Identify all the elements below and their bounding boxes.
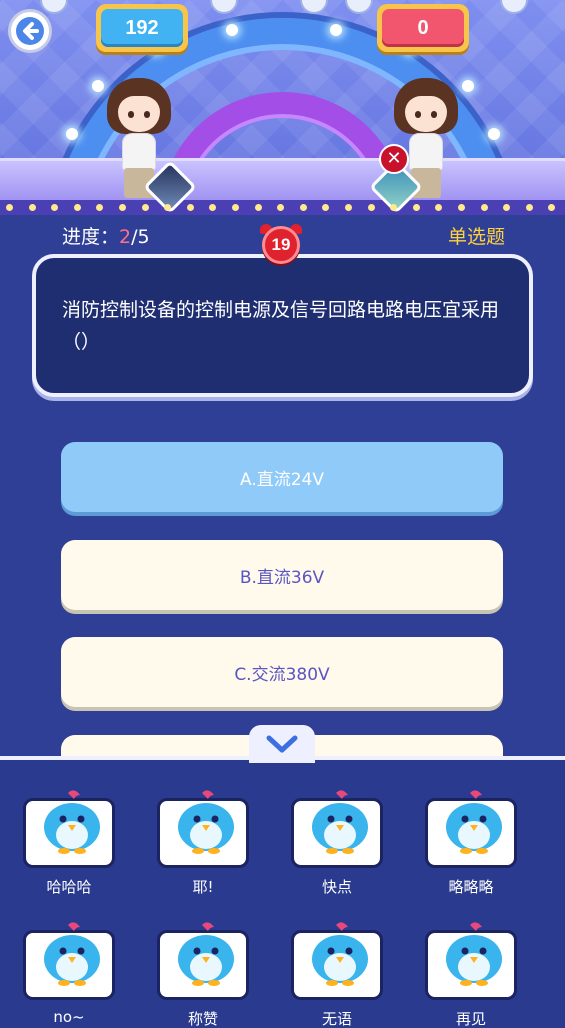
stage-rail-light [209, 204, 216, 211]
emoji-label: 略略略 [448, 878, 494, 896]
emoji-tile [291, 790, 383, 868]
back-button[interactable] [8, 9, 52, 53]
question-text: 消防控制设备的控制电源及信号回路电路电压宜采用（） [62, 299, 500, 353]
spotlight-icon [500, 0, 528, 14]
bird-crying-icon [44, 922, 100, 986]
progress-label: 进度： [62, 226, 120, 248]
emoji-tile [425, 922, 517, 1000]
opponent-wrong-icon: ✕ [379, 144, 409, 174]
stage-light [330, 24, 342, 36]
emoji-crying-button[interactable]: no~ [21, 922, 117, 1026]
spotlight-icon [345, 0, 373, 14]
countdown-timer: 19 [258, 224, 304, 266]
stage-rail-light [96, 204, 103, 211]
emoji-laughing-button[interactable]: 哈哈哈 [21, 790, 117, 897]
opponent-score-value: 0 [382, 9, 464, 47]
opponent-score: 0 [377, 4, 469, 52]
stage-rail-light [6, 204, 13, 211]
stage-rail-light [390, 204, 397, 211]
stage-rail-light [142, 204, 149, 211]
stage-rail-light [255, 204, 262, 211]
stage-rail-light [345, 204, 352, 211]
stage-rail-light [51, 204, 58, 211]
emoji-wave-goodbye-button[interactable]: 再见 [423, 922, 519, 1028]
stage-rail-light [368, 204, 375, 211]
emoji-tile [425, 790, 517, 868]
stage-rail-light [413, 204, 420, 211]
stage-light [226, 24, 238, 36]
progress-total: /5 [131, 226, 150, 248]
stage-rail-light [277, 204, 284, 211]
stage-rail-light [322, 204, 329, 211]
emoji-label: no~ [53, 1008, 85, 1026]
stage-rail-light [164, 204, 171, 211]
emoji-speechless-button[interactable]: 无语 [289, 922, 385, 1028]
stage-rail-light [29, 204, 36, 211]
emoji-tile [157, 922, 249, 1000]
stage-floor [0, 158, 565, 204]
stage-rail-light [232, 204, 239, 211]
emoji-tile [157, 790, 249, 868]
option-a-label: A.直流24V [240, 469, 324, 490]
stage-rail-light [548, 204, 555, 211]
spotlight-icon [210, 0, 238, 14]
spotlight-icon [40, 0, 68, 14]
chevron-down-icon [266, 735, 298, 753]
stage-light [66, 128, 78, 140]
bird-hurry-icon [312, 790, 368, 854]
stage-rail-light [119, 204, 126, 211]
stage-light [488, 128, 500, 140]
stage-rail-light [526, 204, 533, 211]
collapse-emoji-panel-button[interactable] [249, 725, 315, 763]
stage-scene [0, 0, 565, 215]
emoji-label: 快点 [321, 878, 352, 896]
spotlight-icon [300, 0, 328, 14]
option-b-button[interactable]: B.直流36V [61, 540, 503, 610]
bird-laughing-icon [44, 790, 100, 854]
option-a-button[interactable]: A.直流24V [61, 442, 503, 512]
stage-rail-light [300, 204, 307, 211]
emoji-yeah-button[interactable]: 耶! [155, 790, 251, 897]
bird-speechless-icon [312, 922, 368, 986]
bird-wave-goodbye-icon [446, 922, 502, 986]
bird-thumbs-up-icon [178, 922, 234, 986]
stage-light [92, 80, 104, 92]
progress-indicator: 进度：2/5 [62, 222, 150, 249]
stage-light [462, 80, 474, 92]
emoji-tile [23, 922, 115, 1000]
stage-rail-light [458, 204, 465, 211]
bird-tongue-out-icon [446, 790, 502, 854]
emoji-tile [291, 922, 383, 1000]
stage-rail-light [503, 204, 510, 211]
stage-rail-light [187, 204, 194, 211]
emoji-thumbs-up-button[interactable]: 称赞 [155, 922, 251, 1028]
question-type: 单选题 [447, 226, 505, 248]
emoji-label: 再见 [455, 1010, 486, 1028]
emoji-label: 无语 [321, 1010, 352, 1028]
stage-rail-light [435, 204, 442, 211]
question-card: 消防控制设备的控制电源及信号回路电路电压宜采用（） [32, 254, 533, 397]
player-score: 192 [96, 4, 188, 52]
emoji-label: 称赞 [187, 1010, 218, 1028]
option-b-label: B.直流36V [239, 567, 325, 588]
timer-value: 19 [262, 226, 300, 264]
emoji-label: 耶! [192, 878, 214, 896]
option-c-label: C.交流380V [234, 664, 330, 685]
option-c-button[interactable]: C.交流380V [61, 637, 503, 707]
emoji-label: 哈哈哈 [46, 878, 92, 896]
stage-rail-light [74, 204, 81, 211]
emoji-hurry-button[interactable]: 快点 [289, 790, 385, 897]
player-score-value: 192 [101, 9, 183, 47]
emoji-tile [23, 790, 115, 868]
progress-current: 2 [119, 226, 132, 248]
arrow-left-icon [16, 17, 44, 45]
emoji-tongue-out-button[interactable]: 略略略 [423, 790, 519, 897]
bird-yeah-icon [178, 790, 234, 854]
stage-rail-light [481, 204, 488, 211]
